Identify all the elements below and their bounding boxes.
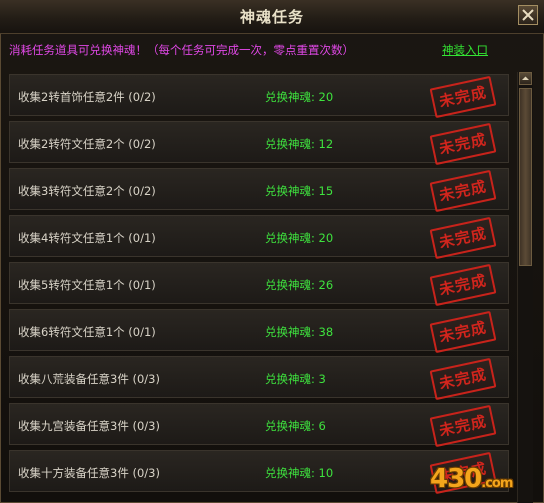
task-row: 收集八荒装备任意3件 (0/3) 兑换神魂: 3 未完成 (9, 356, 509, 401)
task-row: 收集2转首饰任意2件 (0/2) 兑换神魂: 20 未完成 (9, 74, 509, 119)
task-name: 收集6转符文任意1个 (0/1) (18, 325, 156, 339)
task-name: 收集2转首饰任意2件 (0/2) (18, 90, 156, 104)
watermark-suffix: .com (481, 476, 513, 491)
incomplete-stamp: 未完成 (429, 404, 497, 448)
task-name: 收集2转符文任意2个 (0/2) (18, 137, 156, 151)
task-reward: 兑换神魂: 20 (265, 231, 334, 245)
close-button[interactable] (518, 5, 538, 25)
incomplete-stamp: 未完成 (429, 169, 497, 213)
task-name: 收集5转符文任意1个 (0/1) (18, 278, 156, 292)
task-row: 收集4转符文任意1个 (0/1) 兑换神魂: 20 未完成 (9, 215, 509, 260)
task-reward: 兑换神魂: 26 (265, 278, 334, 292)
scroll-thumb[interactable] (519, 88, 532, 266)
list-scrollbar[interactable] (517, 72, 533, 503)
incomplete-stamp: 未完成 (429, 216, 497, 260)
close-icon (522, 9, 534, 21)
task-row: 收集3转符文任意2个 (0/2) 兑换神魂: 15 未完成 (9, 168, 509, 213)
task-row: 收集6转符文任意1个 (0/1) 兑换神魂: 38 未完成 (9, 309, 509, 354)
title-bar: 神魂任务 (0, 0, 544, 34)
incomplete-stamp: 未完成 (429, 263, 497, 307)
task-name: 收集3转符文任意2个 (0/2) (18, 184, 156, 198)
task-reward: 兑换神魂: 12 (265, 137, 334, 151)
task-name: 收集八荒装备任意3件 (0/3) (18, 372, 160, 386)
watermark-main: 430 (430, 464, 482, 494)
chevron-up-icon (522, 76, 529, 80)
task-name: 收集4转符文任意1个 (0/1) (18, 231, 156, 245)
incomplete-stamp: 未完成 (429, 310, 497, 354)
task-reward: 兑换神魂: 6 (265, 419, 326, 433)
task-reward: 兑换神魂: 15 (265, 184, 334, 198)
scroll-up-button[interactable] (519, 72, 532, 85)
task-reward: 兑换神魂: 20 (265, 90, 334, 104)
task-row: 收集2转符文任意2个 (0/2) 兑换神魂: 12 未完成 (9, 121, 509, 166)
site-watermark-logo: 430.com (430, 464, 513, 494)
exchange-notice: 消耗任务道具可兑换神魂！（每个任务可完成一次，零点重置次数） (9, 43, 354, 57)
task-name: 收集十方装备任意3件 (0/3) (18, 466, 160, 480)
incomplete-stamp: 未完成 (429, 75, 497, 119)
task-reward: 兑换神魂: 10 (265, 466, 334, 480)
task-name: 收集九宫装备任意3件 (0/3) (18, 419, 160, 433)
shop-entry-link[interactable]: 神装入口 (442, 42, 488, 58)
incomplete-stamp: 未完成 (429, 122, 497, 166)
task-row: 收集九宫装备任意3件 (0/3) 兑换神魂: 6 未完成 (9, 403, 509, 448)
task-row: 收集5转符文任意1个 (0/1) 兑换神魂: 26 未完成 (9, 262, 509, 307)
window-title: 神魂任务 (239, 8, 304, 26)
task-reward: 兑换神魂: 38 (265, 325, 334, 339)
task-reward: 兑换神魂: 3 (265, 372, 326, 386)
incomplete-stamp: 未完成 (429, 357, 497, 401)
task-list: 收集2转首饰任意2件 (0/2) 兑换神魂: 20 未完成 收集2转符文任意2个… (9, 74, 509, 503)
